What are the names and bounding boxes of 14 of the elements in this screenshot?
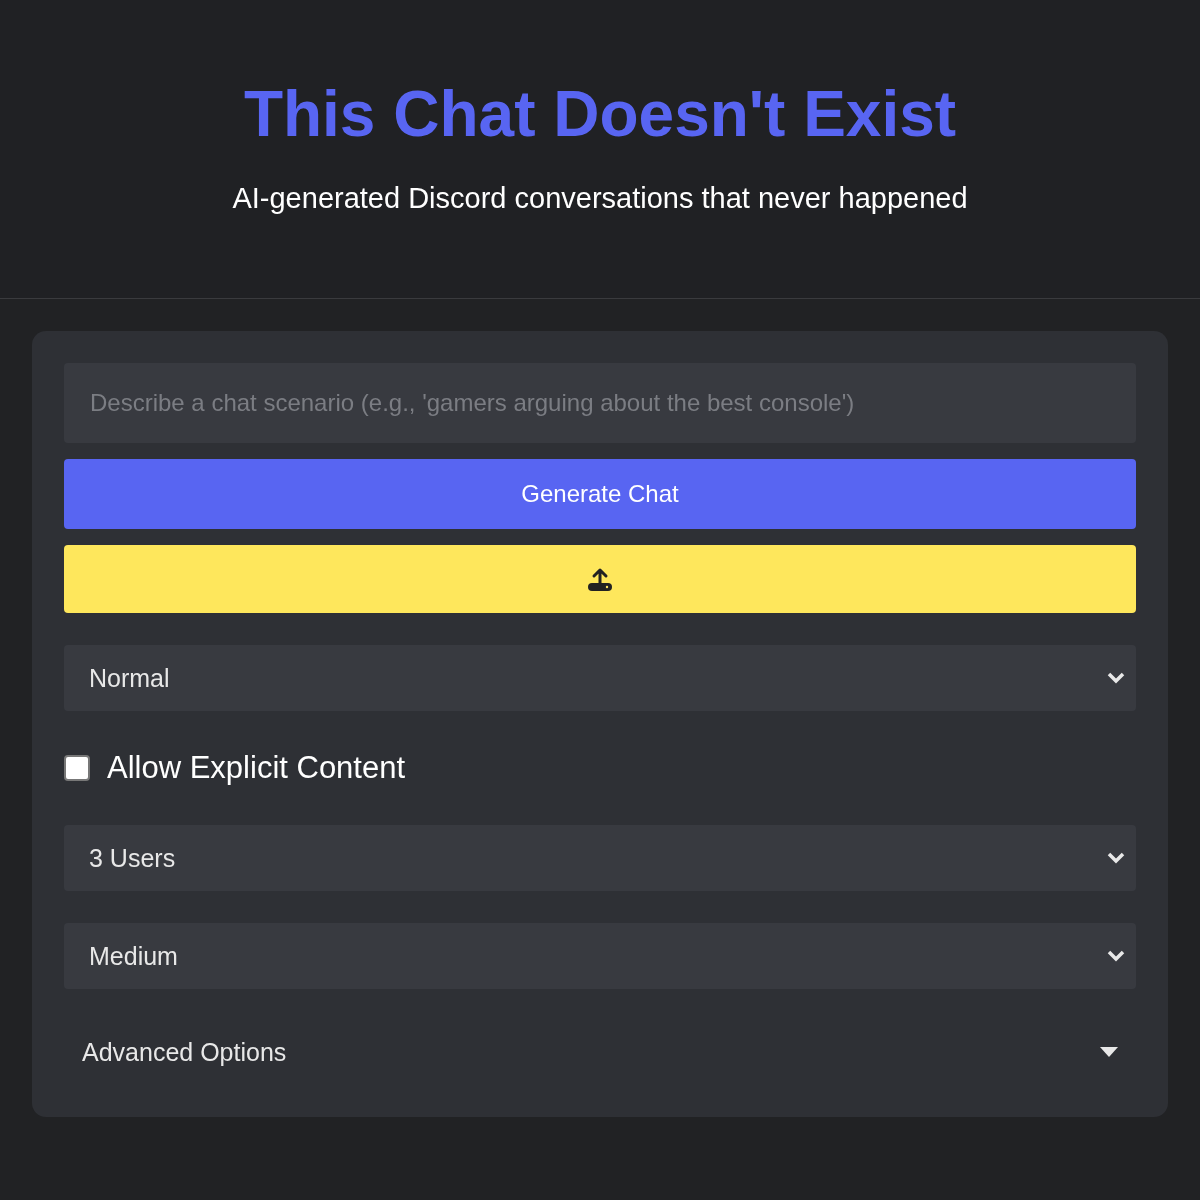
triangle-icon (1100, 1047, 1118, 1057)
advanced-options-toggle[interactable]: Advanced Options (64, 1019, 1136, 1085)
chevron-down-icon (1106, 851, 1126, 865)
chevron-down-icon (1106, 671, 1126, 685)
chevron-down-icon (1106, 949, 1126, 963)
checkbox[interactable] (64, 755, 90, 781)
dropdown[interactable]: Normal (64, 645, 1136, 711)
generate-button[interactable]: Generate Chat (64, 459, 1136, 529)
checkbox-label: Allow Explicit Content (107, 750, 406, 786)
scenario-field[interactable]: Describe a chat scenario (e.g., 'gamers arguing about the best console') (64, 363, 1136, 443)
page-title: This Chat Doesn't Exist (243, 78, 957, 150)
page-subtitle: AI-generated Discord conversations that never happened (232, 181, 968, 216)
dropdown[interactable]: Medium (64, 923, 1136, 989)
dropdown[interactable]: 3 Users (64, 825, 1136, 891)
